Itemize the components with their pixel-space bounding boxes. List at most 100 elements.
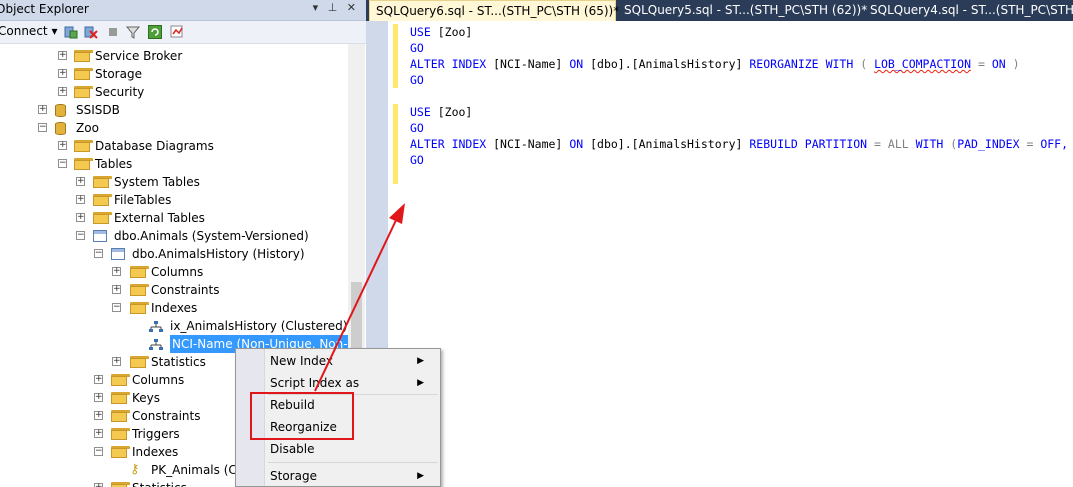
code-token: INDEX xyxy=(451,137,487,151)
index-icon xyxy=(149,338,163,350)
menu-item-script-index-as[interactable]: Script Index as ▶ xyxy=(270,373,434,393)
expand-icon[interactable]: + xyxy=(38,105,47,114)
expand-icon[interactable]: + xyxy=(112,357,121,366)
chevron-down-icon: ▾ xyxy=(51,24,58,38)
stop-icon[interactable] xyxy=(106,25,120,39)
folder-icon xyxy=(130,266,149,278)
code-line-6: USE [Zoo] xyxy=(410,104,472,120)
tree-node[interactable]: − Tables xyxy=(0,155,348,173)
change-indicator-bar xyxy=(393,24,398,88)
tree-node[interactable]: + Database Diagrams xyxy=(0,137,348,155)
tree-node-label: Zoo xyxy=(76,121,99,135)
collapse-icon[interactable]: − xyxy=(38,123,47,132)
tree-node[interactable]: + Security xyxy=(0,83,348,101)
expand-icon[interactable]: + xyxy=(94,393,103,402)
code-token: USE xyxy=(410,105,431,119)
menu-item-storage[interactable]: Storage ▶ xyxy=(270,466,434,486)
code-token: REORGANIZE xyxy=(749,57,819,71)
code-token: INDEX xyxy=(451,57,487,71)
pin-icon[interactable]: ⊥ xyxy=(328,1,338,14)
tree-node-label: SSISDB xyxy=(76,103,120,117)
menu-item-disable[interactable]: Disable xyxy=(270,439,315,459)
tab-sqlquery6[interactable]: SQLQuery6.sql - ST...(STH_PC\STH (65))* xyxy=(369,0,619,21)
code-line-4: GO xyxy=(410,72,424,88)
submenu-arrow-icon: ▶ xyxy=(417,378,424,388)
tree-node-label: Constraints xyxy=(151,283,220,297)
folder-icon xyxy=(74,86,93,98)
code-token: [Zoo] xyxy=(437,25,473,39)
code-token: [dbo].[AnimalsHistory] xyxy=(590,57,743,71)
expand-icon[interactable]: + xyxy=(58,141,67,150)
code-token: GO xyxy=(410,153,424,167)
collapse-icon[interactable]: − xyxy=(112,303,121,312)
folder-icon xyxy=(111,482,130,487)
code-token: ON xyxy=(991,57,1006,71)
expand-icon[interactable]: + xyxy=(112,267,121,276)
tree-node[interactable]: + System Tables xyxy=(0,173,348,191)
tab-sqlquery4[interactable]: SQLQuery4.sql - ST...(STH_PC\STH (61) xyxy=(864,0,1073,21)
expand-icon[interactable]: + xyxy=(58,69,67,78)
expand-icon[interactable]: + xyxy=(76,195,85,204)
expand-icon[interactable]: + xyxy=(58,87,67,96)
tree-node[interactable]: − Zoo xyxy=(0,119,348,137)
expand-icon[interactable]: + xyxy=(94,483,103,487)
expand-icon[interactable]: + xyxy=(94,429,103,438)
expand-icon[interactable]: + xyxy=(76,213,85,222)
expand-icon[interactable]: + xyxy=(58,51,67,60)
folder-icon xyxy=(74,140,93,152)
filter-icon[interactable] xyxy=(126,25,140,39)
tree-node[interactable]: − dbo.Animals (System-Versioned) xyxy=(0,227,348,245)
expand-icon[interactable]: + xyxy=(94,375,103,384)
tree-node-label: PK_Animals (Clu xyxy=(151,463,248,477)
code-line-9: GO xyxy=(410,152,424,168)
tree-node[interactable]: − Indexes xyxy=(0,299,348,317)
code-token: PAD_INDEX xyxy=(957,137,1020,151)
folder-icon xyxy=(111,374,130,386)
collapse-icon[interactable]: − xyxy=(94,447,103,456)
tree-node-label: dbo.Animals (System-Versioned) xyxy=(114,229,309,243)
expand-icon[interactable]: + xyxy=(76,177,85,186)
code-token: ALTER xyxy=(410,57,445,71)
code-token: [NCI-Name] xyxy=(493,137,563,151)
tree-node[interactable]: + Constraints xyxy=(0,281,348,299)
code-token: OFF, xyxy=(1040,137,1069,151)
tree-node[interactable]: ix_AnimalsHistory (Clustered) xyxy=(0,317,348,335)
collapse-icon[interactable]: − xyxy=(58,159,67,168)
folder-icon xyxy=(130,302,149,314)
query-editor[interactable] xyxy=(388,21,1073,487)
tree-node[interactable]: + SSISDB xyxy=(0,101,348,119)
code-token: ON xyxy=(569,57,584,71)
tree-node[interactable]: + Service Broker xyxy=(0,47,348,65)
collapse-icon[interactable]: − xyxy=(94,249,103,258)
collapse-icon[interactable]: − xyxy=(76,231,85,240)
tree-node-label: Service Broker xyxy=(95,49,183,63)
tree-node-label: Columns xyxy=(132,373,185,387)
key-icon: ⚷ xyxy=(130,462,140,477)
menu-item-label: Storage xyxy=(270,469,317,483)
folder-icon xyxy=(93,194,112,206)
close-icon[interactable]: ✕ xyxy=(347,1,356,14)
tree-node-label: ix_AnimalsHistory (Clustered) xyxy=(170,319,348,333)
tree-node[interactable]: + External Tables xyxy=(0,209,348,227)
refresh-icon[interactable] xyxy=(148,25,162,39)
tab-sqlquery5[interactable]: SQLQuery5.sql - ST...(STH_PC\STH (62))* xyxy=(618,0,873,21)
expand-icon[interactable]: + xyxy=(94,411,103,420)
tree-node[interactable]: + Columns xyxy=(0,263,348,281)
code-token: WITH xyxy=(915,137,944,151)
tree-node-label: Security xyxy=(95,85,145,99)
code-token: [dbo].[AnimalsHistory] xyxy=(590,137,743,151)
code-line-1: USE [Zoo] xyxy=(410,24,472,40)
panel-window-controls: ▾ ⊥ ✕ xyxy=(307,1,356,14)
activity-monitor-icon[interactable] xyxy=(170,25,184,39)
dropdown-icon[interactable]: ▾ xyxy=(313,1,319,14)
expand-icon[interactable]: + xyxy=(112,285,121,294)
menu-item-new-index[interactable]: New Index ▶ xyxy=(270,351,434,371)
connect-server-icon[interactable] xyxy=(64,25,78,39)
folder-icon xyxy=(74,158,93,170)
folder-icon xyxy=(130,356,149,368)
tree-node[interactable]: − dbo.AnimalsHistory (History) xyxy=(0,245,348,263)
connect-button[interactable]: Connect ▾ xyxy=(0,24,57,38)
tree-node[interactable]: + FileTables xyxy=(0,191,348,209)
disconnect-server-icon[interactable] xyxy=(84,25,98,39)
tree-node[interactable]: + Storage xyxy=(0,65,348,83)
